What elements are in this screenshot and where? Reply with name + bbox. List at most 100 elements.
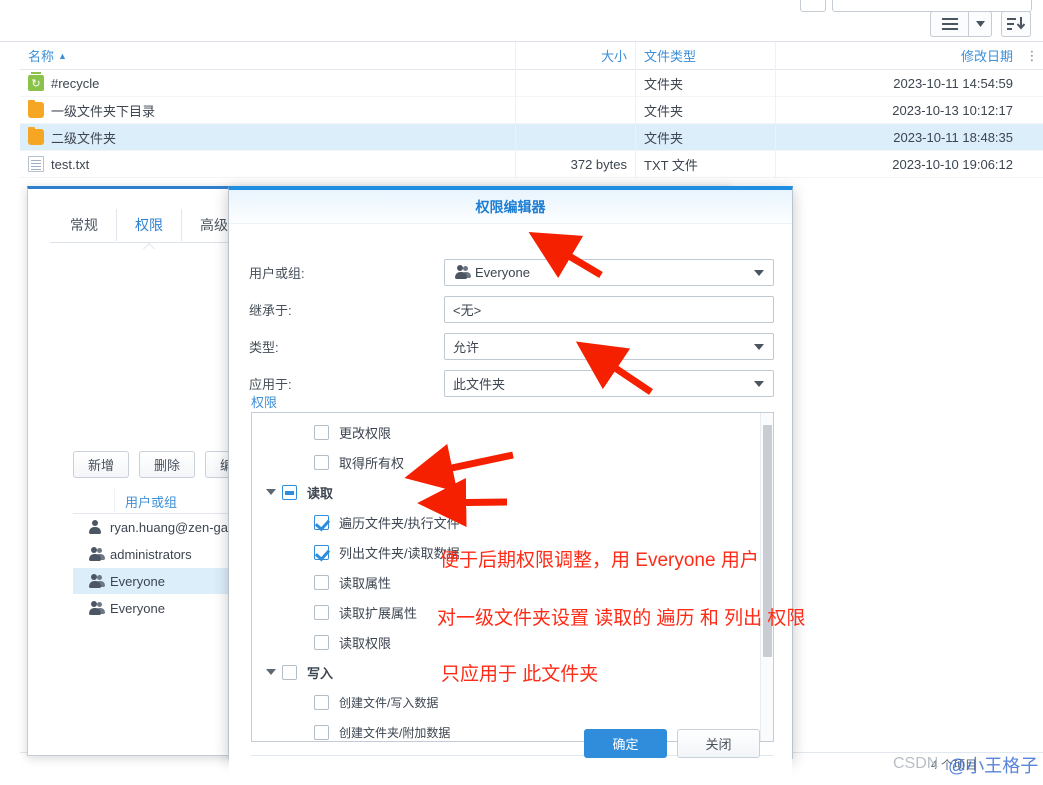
permission-checkbox[interactable] — [314, 604, 329, 620]
cell-type: 文件夹 — [636, 69, 776, 97]
field-value: 此文件夹 — [453, 376, 506, 392]
permission-label: 写入 — [307, 665, 334, 681]
permission-row[interactable]: 更改权限 — [252, 417, 773, 447]
permission-row[interactable]: 遍历文件夹/执行文件 — [252, 507, 773, 537]
sort-descending-icon[interactable] — [1001, 11, 1031, 37]
user-group-name: ryan.huang@zen-game — [110, 519, 247, 535]
delete-button[interactable]: 删除 — [139, 451, 195, 478]
permission-checkbox[interactable] — [314, 424, 329, 440]
field-value: Everyone — [475, 264, 530, 280]
expand-arrow-icon[interactable] — [260, 489, 282, 495]
permissions-scrollbar[interactable] — [760, 413, 773, 741]
table-row[interactable]: 二级文件夹 文件夹 2023-10-11 18:48:35 — [20, 123, 1043, 151]
field-type: 类型: 允许 — [249, 331, 774, 361]
permission-checkbox[interactable] — [314, 724, 329, 740]
screenshot-root: 名称 ▲ 大小 文件类型 修改日期 ⋮ #recycle 文件夹 2023-10… — [0, 0, 1043, 785]
sort-glyph — [1007, 17, 1025, 30]
toolbar-small-box[interactable] — [800, 0, 826, 12]
cell-type: 文件夹 — [636, 96, 776, 124]
permission-row[interactable]: 读取权限 — [252, 627, 773, 657]
dialog-title: 权限编辑器 — [229, 190, 792, 224]
table-row[interactable]: test.txt 372 bytes TXT 文件 2023-10-10 19:… — [20, 150, 1043, 178]
type-select[interactable]: 允许 — [444, 332, 774, 360]
view-mode-button-group — [930, 11, 1031, 37]
column-options-icon[interactable]: ⋮ — [1021, 42, 1043, 70]
cell-type: 文件夹 — [636, 123, 776, 151]
group-icon — [87, 546, 105, 562]
close-button[interactable]: 关闭 — [677, 729, 760, 758]
permission-label: 创建文件/写入数据 — [339, 695, 439, 710]
cell-type: TXT 文件 — [636, 150, 776, 178]
permissions-section-label: 权限 — [251, 395, 278, 410]
column-header-name[interactable]: 名称 ▲ — [20, 41, 516, 70]
watermark-handle: @小王格子 — [948, 756, 1039, 776]
permission-row[interactable]: 创建文件/写入数据 — [252, 687, 773, 717]
add-button[interactable]: 新增 — [73, 451, 129, 478]
dialog-body: 用户或组: Everyone 继承于: <无> 类型: 允许 应用于: 此文件夹… — [229, 224, 792, 785]
chevron-down-icon[interactable] — [968, 11, 992, 37]
permission-label: 更改权限 — [339, 425, 392, 441]
user-icon — [87, 519, 102, 535]
chevron-down-icon — [754, 270, 764, 276]
permission-checkbox[interactable] — [314, 544, 329, 560]
apply-to-select[interactable]: 此文件夹 — [444, 369, 774, 397]
user-group-name: Everyone — [110, 573, 165, 589]
permission-label: 读取 — [307, 485, 334, 501]
permission-checkbox[interactable] — [282, 484, 297, 500]
permission-checkbox[interactable] — [282, 664, 297, 680]
permission-checkbox[interactable] — [314, 454, 329, 470]
permission-checkbox[interactable] — [314, 634, 329, 650]
permission-checkbox[interactable] — [314, 574, 329, 590]
permission-group-read[interactable]: 读取 — [252, 477, 773, 507]
text-file-icon — [28, 156, 44, 172]
permission-label: 创建文件夹/附加数据 — [339, 725, 451, 740]
recycle-bin-icon — [28, 72, 44, 91]
permission-checkbox[interactable] — [314, 514, 329, 530]
field-user-or-group: 用户或组: Everyone — [249, 257, 774, 287]
column-header-size[interactable]: 大小 — [516, 41, 636, 70]
permission-label: 遍历文件夹/执行文件 — [339, 515, 460, 531]
permissions-tree[interactable]: 更改权限 取得所有权 读取 遍历文件夹/执行文件 列出文件夹/读取数据 读取属性… — [251, 412, 774, 742]
ok-button[interactable]: 确定 — [584, 729, 667, 758]
file-name: #recycle — [51, 75, 100, 91]
tab-permissions[interactable]: 权限 — [117, 209, 182, 241]
group-icon — [87, 600, 105, 616]
row-spacer — [1021, 124, 1043, 151]
table-row[interactable]: #recycle 文件夹 2023-10-11 14:54:59 — [20, 69, 1043, 97]
chevron-down-icon — [754, 381, 764, 387]
cell-name: 二级文件夹 — [20, 123, 516, 151]
field-label: 类型: — [249, 339, 279, 355]
annotation-text-3: 只应用于 此文件夹 — [441, 664, 599, 685]
cell-name: test.txt — [20, 150, 516, 178]
user-group-name: administrators — [110, 546, 192, 562]
header-icon-spacer — [73, 488, 115, 514]
file-name: 一级文件夹下目录 — [51, 103, 156, 119]
cell-date: 2023-10-11 14:54:59 — [893, 75, 1013, 91]
permission-label: 读取属性 — [339, 575, 392, 591]
column-header-date[interactable]: 修改日期 — [776, 42, 1021, 70]
permission-checkbox[interactable] — [314, 694, 329, 710]
folder-icon — [28, 127, 44, 145]
file-name: test.txt — [51, 156, 90, 172]
column-header-type[interactable]: 文件类型 — [636, 41, 776, 70]
field-value: 允许 — [453, 339, 480, 355]
watermark-csdn: CSDN — [893, 755, 939, 772]
file-manager-toolbar — [0, 0, 1043, 42]
header-label-user-group: 用户或组 — [125, 494, 178, 510]
field-inherited-from: 继承于: <无> — [249, 294, 774, 324]
table-row[interactable]: 一级文件夹下目录 文件夹 2023-10-13 10:12:17 — [20, 96, 1043, 124]
permission-label: 取得所有权 — [339, 455, 405, 471]
row-spacer — [1021, 97, 1043, 124]
row-spacer — [1021, 70, 1043, 97]
permission-row[interactable]: 取得所有权 — [252, 447, 773, 477]
tab-general[interactable]: 常规 — [52, 209, 117, 241]
folder-icon — [28, 100, 44, 118]
list-view-icon[interactable] — [930, 11, 968, 37]
chevron-glyph — [975, 21, 985, 27]
expand-arrow-icon[interactable] — [260, 669, 282, 675]
file-list: 名称 ▲ 大小 文件类型 修改日期 ⋮ #recycle 文件夹 2023-10… — [20, 41, 1043, 178]
user-group-name: Everyone — [110, 600, 165, 616]
cell-date: 2023-10-13 10:12:17 — [892, 102, 1013, 118]
cell-name: 一级文件夹下目录 — [20, 96, 516, 124]
user-or-group-select[interactable]: Everyone — [444, 258, 774, 286]
